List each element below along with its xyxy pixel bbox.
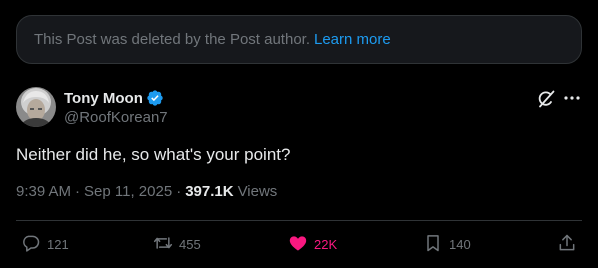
post-time[interactable]: 9:39 AM	[16, 183, 71, 200]
bookmark-button[interactable]: 140	[423, 232, 471, 256]
post-date[interactable]: Sep 11, 2025	[84, 183, 172, 200]
meta-separator: ·	[176, 183, 182, 200]
bookmark-icon	[423, 233, 443, 256]
author-display-name[interactable]: Tony Moon	[64, 90, 143, 107]
post-meta: 9:39 AM · Sep 11, 2025 · 397.1K Views	[16, 183, 277, 200]
views-count[interactable]: 397.1K	[185, 183, 233, 200]
repost-button[interactable]: 455	[153, 232, 201, 256]
share-icon	[557, 233, 577, 256]
more-icon[interactable]	[563, 89, 581, 107]
like-count: 22K	[314, 236, 338, 252]
reply-icon	[21, 233, 41, 256]
meta-separator: ·	[75, 183, 81, 200]
heart-icon	[288, 233, 308, 256]
bookmark-count: 140	[449, 236, 471, 252]
learn-more-link[interactable]: Learn more	[314, 31, 391, 48]
reply-count: 121	[47, 236, 69, 252]
avatar[interactable]	[16, 87, 56, 127]
divider	[16, 220, 582, 221]
deleted-notice-text: This Post was deleted by the Post author…	[34, 31, 310, 48]
post-author[interactable]: Tony Moon @RoofKorean7	[64, 88, 168, 127]
repost-count: 455	[179, 236, 201, 252]
grok-icon[interactable]	[536, 89, 556, 109]
author-handle[interactable]: @RoofKorean7	[64, 109, 168, 126]
verified-badge-icon[interactable]	[146, 89, 164, 107]
action-bar: 121 455 22K 140	[16, 232, 582, 256]
deleted-post-notice: This Post was deleted by the Post author…	[16, 15, 582, 64]
repost-icon	[153, 233, 173, 256]
views-label: Views	[237, 183, 278, 200]
reply-button[interactable]: 121	[21, 232, 69, 256]
share-button[interactable]	[557, 232, 577, 256]
post-text: Neither did he, so what's your point?	[16, 145, 291, 164]
like-button[interactable]: 22K	[288, 232, 337, 256]
